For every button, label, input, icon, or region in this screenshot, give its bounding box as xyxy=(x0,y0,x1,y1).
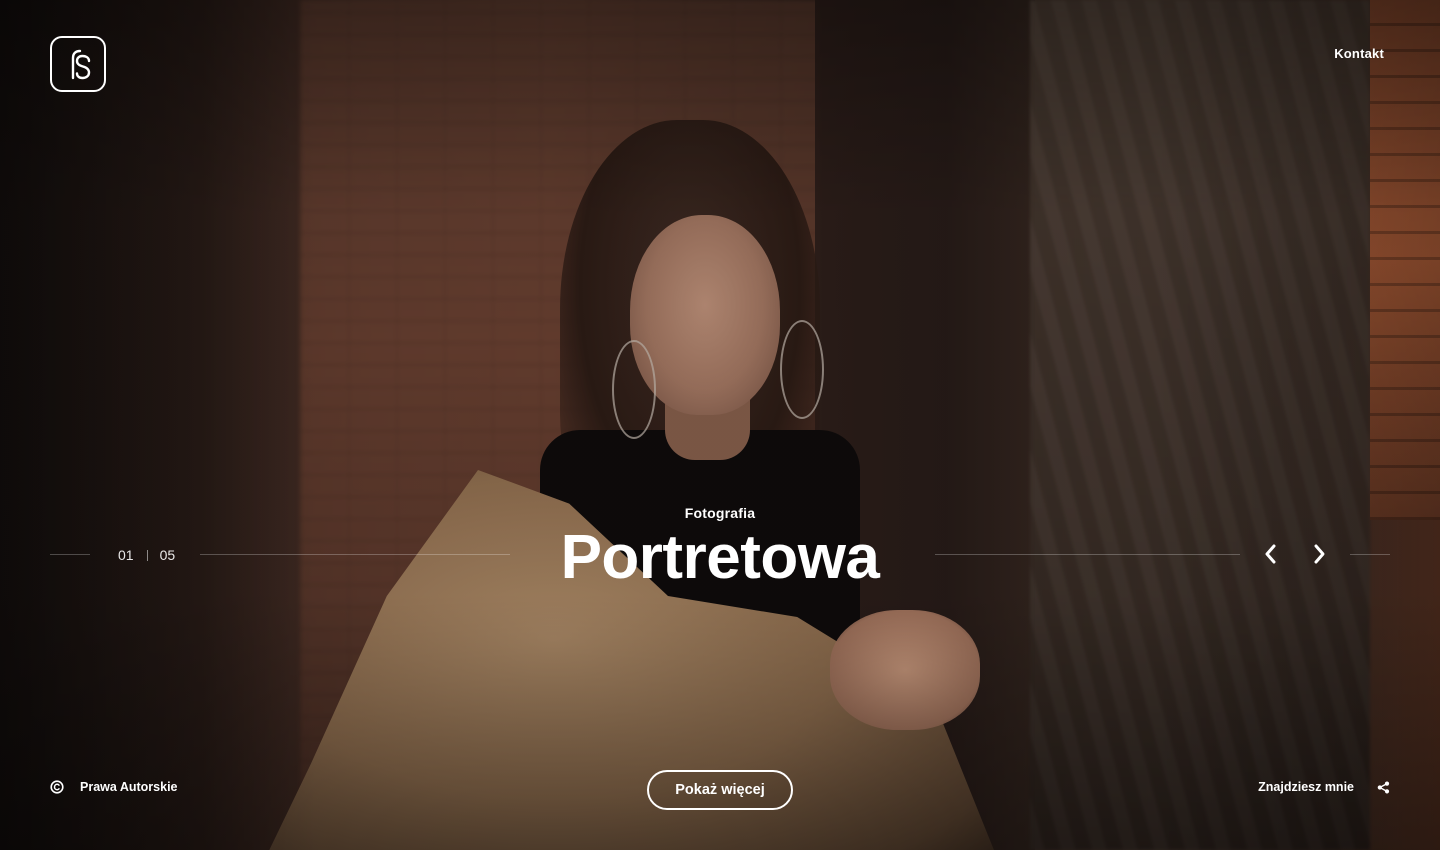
slide-counter: 01 05 xyxy=(118,547,175,563)
slide-title: Portretowa xyxy=(560,523,880,592)
share-icon[interactable] xyxy=(1376,780,1390,794)
slide-subtitle: Fotografia xyxy=(684,505,756,521)
copyright-icon xyxy=(50,780,64,794)
site-logo[interactable] xyxy=(50,36,106,92)
divider-line-left-short xyxy=(50,554,90,555)
divider-line-right-short xyxy=(1350,554,1390,555)
copyright-link[interactable]: Prawa Autorskie xyxy=(50,780,178,794)
hero-background-photo xyxy=(0,0,1440,850)
chevron-right-icon xyxy=(1314,544,1325,564)
copyright-label: Prawa Autorskie xyxy=(80,780,178,794)
photo-vignette xyxy=(0,0,1440,850)
slide-total: 05 xyxy=(159,547,176,563)
show-more-button[interactable]: Pokaż więcej xyxy=(647,770,793,810)
nav-link-contact[interactable]: Kontakt xyxy=(1334,46,1384,61)
slide-current: 01 xyxy=(118,547,134,563)
slide-caption: Fotografia Portretowa xyxy=(420,505,1020,593)
find-me-link[interactable]: Znajdziesz mnie xyxy=(1258,780,1390,794)
hero-slider: Kontakt 01 05 Fotografia Portretowa Praw xyxy=(0,0,1440,850)
chevron-left-icon xyxy=(1265,544,1276,564)
logo-mark-icon xyxy=(71,49,91,80)
counter-separator xyxy=(146,549,148,561)
find-me-label: Znajdziesz mnie xyxy=(1258,780,1354,794)
next-slide-button[interactable] xyxy=(1308,541,1332,567)
prev-slide-button[interactable] xyxy=(1258,541,1282,567)
